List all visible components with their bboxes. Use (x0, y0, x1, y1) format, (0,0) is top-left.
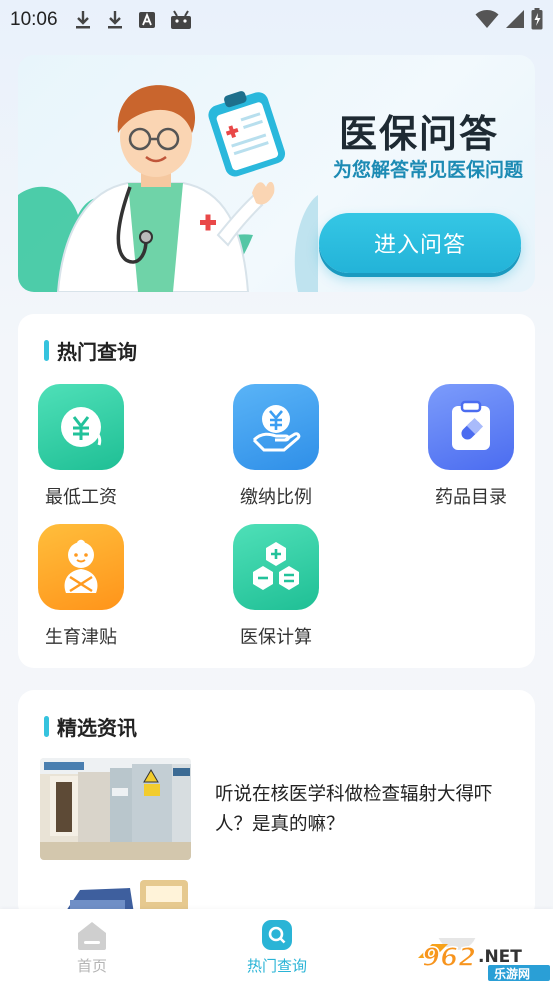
download-icon (107, 11, 122, 29)
search-icon (262, 920, 292, 950)
nav-item-hot-query[interactable]: 热门查询 (217, 919, 337, 976)
calculator-icon (233, 524, 319, 610)
enter-qa-button[interactable]: 进入问答 (319, 213, 521, 273)
hot-item-min-wage[interactable]: 最低工资 (21, 384, 141, 509)
yuan-card-icon (38, 384, 124, 470)
hot-item-label: 缴纳比例 (240, 487, 312, 508)
status-bar: 10:06 (0, 0, 553, 40)
news-image (40, 758, 191, 860)
hot-item-maternity-allowance[interactable]: 生育津贴 (21, 524, 141, 649)
android-icon (170, 10, 191, 29)
news-card: 精选资讯 听说在核医学科做检查辐射大得吓人？是真的嘛？ (18, 690, 535, 920)
hot-item-label: 医保计算 (240, 627, 312, 648)
hot-item-label: 药品目录 (435, 487, 507, 508)
hot-item-insurance-calculator[interactable]: 医保计算 (216, 524, 336, 649)
doctor-illustration (18, 85, 318, 292)
section-accent-bar (44, 340, 49, 361)
medicine-clipboard-icon (428, 384, 514, 470)
text-a-icon (138, 12, 155, 28)
banner-title: 医保问答 (338, 112, 499, 156)
status-time: 10:06 (10, 9, 58, 30)
news-title: 精选资讯 (57, 716, 137, 740)
hot-item-drug-catalog[interactable]: 药品目录 (411, 384, 531, 509)
battery-charging-icon (531, 8, 543, 30)
banner-subtitle: 为您解答常见医保问题 (332, 159, 523, 181)
nav-label: 首页 (76, 957, 107, 975)
signal-icon (506, 10, 524, 28)
home-icon (78, 922, 106, 950)
hot-item-payment-ratio[interactable]: 缴纳比例 (216, 384, 336, 509)
site-watermark-logo: 962 .NET 乐游网 (418, 938, 550, 981)
baby-icon (38, 524, 124, 610)
qa-banner[interactable]: 医保问答 为您解答常见医保问题 进入问答 (18, 55, 535, 292)
section-title: 精选资讯 (44, 712, 137, 741)
section-title: 热门查询 (44, 336, 137, 365)
svg-text:.NET: .NET (478, 947, 522, 967)
download-icon (75, 11, 90, 29)
nav-label: 热门查询 (246, 957, 307, 975)
news-headline: 听说在核医学科做检查辐射大得吓人？是真的嘛？ (215, 784, 493, 835)
nav-item-home[interactable]: 首页 (32, 919, 152, 976)
hot-query-card: 热门查询 最低工资 缴纳比例 药品目录 生育津贴 医保计算 (18, 314, 535, 668)
svg-text:962: 962 (422, 943, 476, 973)
section-accent-bar (44, 716, 49, 737)
news-item[interactable]: 听说在核医学科做检查辐射大得吓人？是真的嘛？ (40, 758, 520, 860)
hot-query-title: 热门查询 (57, 340, 137, 364)
wifi-icon (475, 10, 499, 28)
hot-item-label: 最低工资 (45, 487, 117, 508)
yuan-hand-icon (233, 384, 319, 470)
svg-text:乐游网: 乐游网 (494, 966, 530, 981)
hot-item-label: 生育津贴 (45, 627, 117, 648)
